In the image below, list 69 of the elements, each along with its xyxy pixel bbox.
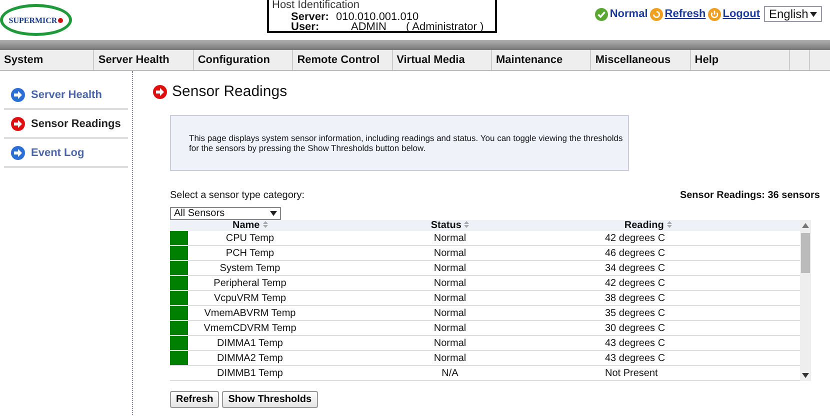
category-label: Select a sensor type category: — [170, 190, 305, 201]
table-cell-text: Peripheral Temp — [212, 278, 288, 288]
scrollbar[interactable] — [800, 220, 811, 381]
column-header[interactable]: Reading — [588, 220, 708, 231]
table-cell-text: Normal — [432, 352, 468, 364]
field-label: User: — [291, 21, 320, 33]
arrow-icon — [11, 88, 25, 102]
table-cell-text: DIMMA1 Temp — [216, 338, 284, 348]
check-icon — [594, 8, 608, 20]
scroll-thumb[interactable] — [801, 233, 810, 273]
table-cell-text: VcpuVRM Temp — [212, 292, 288, 304]
description-panel: This page displays system sensor information, including readings and status. You can toggle viewing the thresholds for the sensors by pressing the Show Thresholds button below. — [170, 115, 629, 171]
sort-icon — [464, 221, 470, 228]
table-cell-text: Normal — [432, 248, 468, 258]
table-cell-text: 42 degrees C — [604, 278, 666, 288]
scroll-up-icon[interactable] — [802, 223, 809, 228]
caret-icon — [810, 12, 817, 16]
caret-icon — [270, 211, 277, 216]
page-title: Sensor Readings — [172, 83, 288, 100]
table-cell-text: Not Present — [604, 368, 659, 378]
language-dropdown[interactable]: English — [764, 6, 822, 22]
table-cell-text: 43 degrees C — [604, 338, 666, 348]
column-header[interactable]: Name — [188, 220, 312, 231]
status-text: Normal — [610, 8, 648, 20]
refresh-icon — [650, 8, 663, 20]
table-cell-text: N/A — [440, 368, 460, 378]
table-cell-text: 35 degrees C — [604, 308, 666, 318]
server-address: 010.010.001.010 — [336, 11, 419, 23]
table-cell-text: Normal — [432, 338, 468, 348]
category-dropdown[interactable]: All Sensors — [170, 207, 281, 220]
sort-icon — [262, 221, 268, 228]
sidebar-item[interactable]: Server Health — [4, 81, 128, 110]
table-cell-text: 46 degrees C — [604, 248, 666, 258]
table-cell-text: 30 degrees C — [604, 322, 666, 334]
table-cell-text: 43 degrees C — [604, 352, 666, 364]
column-header[interactable]: Status — [312, 220, 588, 231]
table-cell-text: Normal — [432, 262, 468, 274]
user-name: ADMIN — [351, 21, 388, 33]
table-cell-text: System Temp — [218, 262, 282, 274]
sidebar-item[interactable]: Event Log — [4, 139, 128, 168]
action-button[interactable]: Show Thresholds — [222, 391, 318, 408]
refresh-link[interactable]: Refresh — [664, 8, 706, 20]
sort-icon — [666, 221, 672, 228]
table-cell-text: Normal — [432, 292, 468, 304]
arrow-icon — [11, 116, 25, 130]
table-cell-text: VmemABVRM Temp — [203, 308, 297, 318]
table-cell-text: Normal — [432, 232, 468, 244]
table-cell-text: 38 degrees C — [604, 292, 666, 304]
table-cell-text: Normal — [432, 278, 468, 288]
scroll-down-icon[interactable] — [802, 373, 809, 378]
table-cell-text: DIMMA2 Temp — [216, 352, 284, 364]
table-cell-text: Normal — [432, 322, 468, 334]
table-cell-text: DIMMB1 Temp — [216, 368, 284, 378]
table-cell-text: VmemCDVRM Temp — [202, 322, 298, 334]
table-cell-text: CPU Temp — [224, 232, 276, 244]
action-button[interactable]: Refresh — [170, 391, 220, 408]
table-cell-text: Normal — [432, 308, 468, 318]
logout-link[interactable]: Logout — [722, 8, 760, 20]
supermicro-logo: SUPERMICR — [0, 4, 72, 36]
table-cell-text: 42 degrees C — [604, 232, 666, 244]
power-icon — [708, 8, 721, 20]
panel-legend: Host Identification — [271, 0, 360, 11]
table-cell-text: PCH Temp — [224, 248, 276, 258]
arrow-icon — [11, 146, 25, 160]
field-label: Server: — [291, 11, 330, 23]
table-cell-text: 34 degrees C — [604, 262, 666, 274]
arrow-icon — [153, 84, 167, 98]
sidebar-item[interactable]: Sensor Readings — [4, 110, 128, 139]
sensor-count: Sensor Readings: 36 sensors — [680, 190, 820, 201]
